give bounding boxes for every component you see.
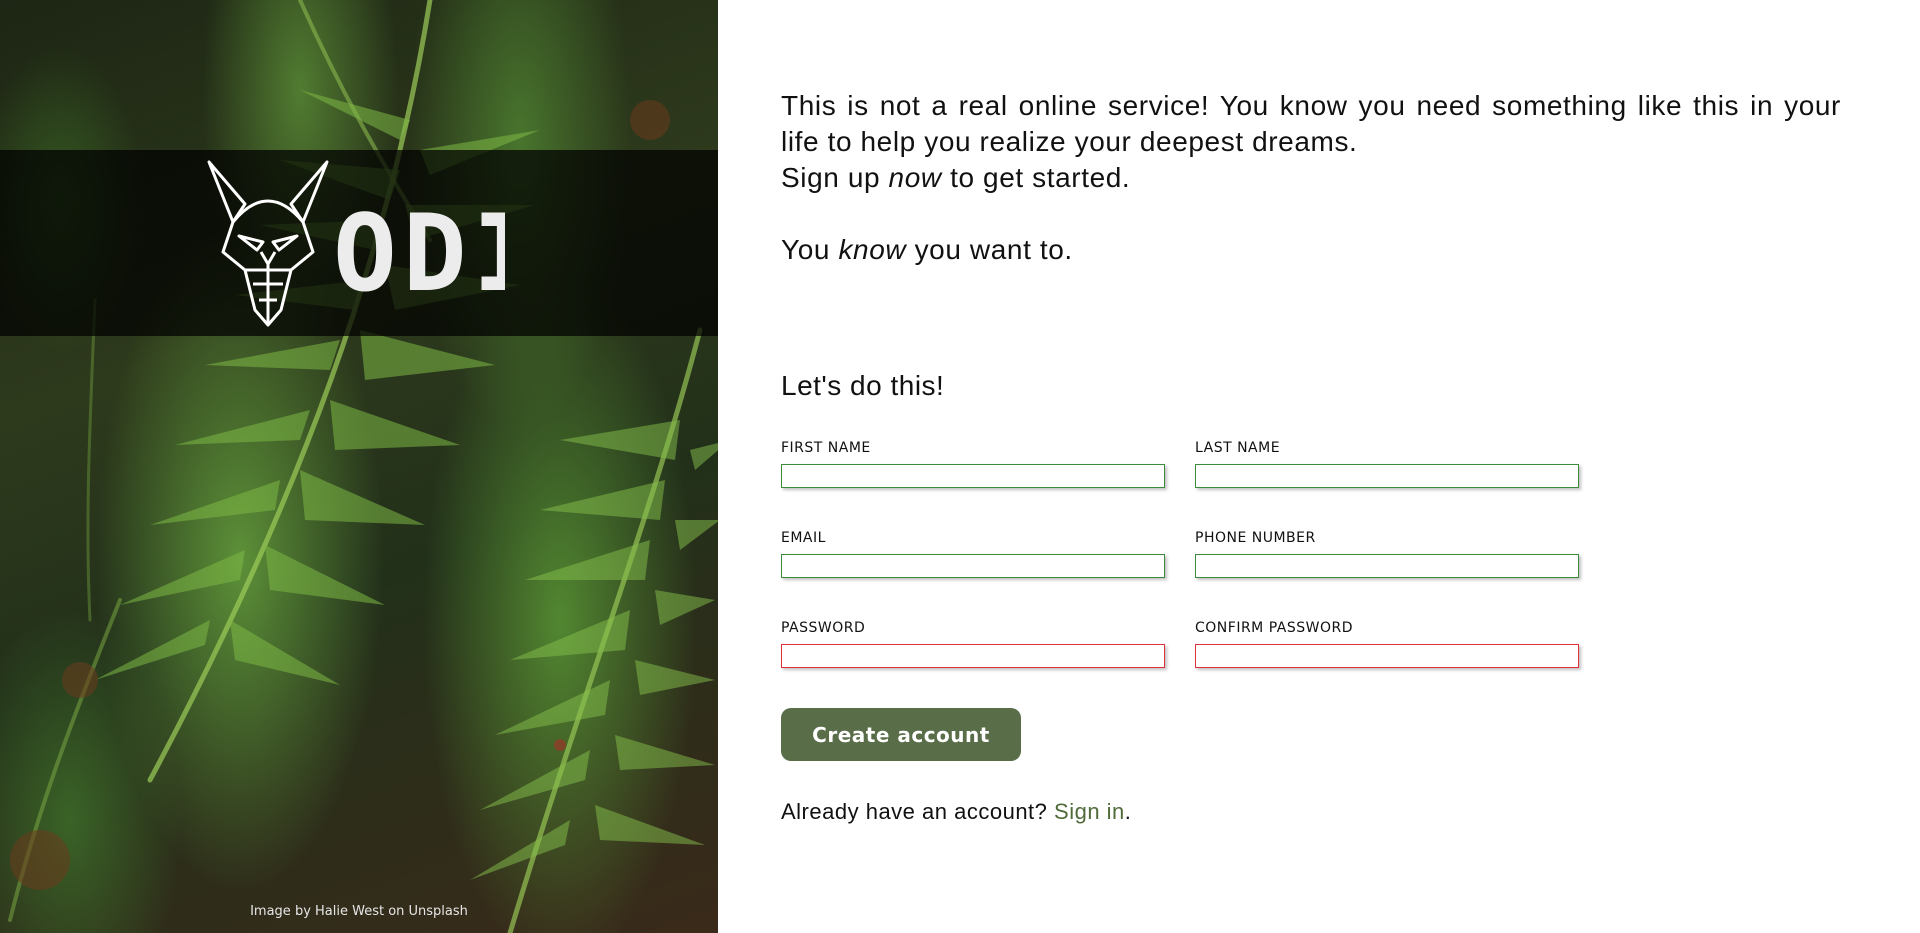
email-input[interactable] [781, 554, 1165, 578]
signin-link[interactable]: Sign in [1054, 799, 1125, 824]
intro-line-1: This is not a real online service! You k… [781, 90, 1841, 157]
intro-line-2: Sign up now to get started. [781, 162, 1131, 193]
confirm-password-label: CONFIRM PASSWORD [1195, 620, 1353, 636]
phone-input[interactable] [1195, 554, 1579, 578]
last-name-field: LAST NAME [1195, 440, 1581, 488]
form-heading: Let's do this! [781, 370, 945, 401]
confirm-password-field: CONFIRM PASSWORD [1195, 620, 1581, 668]
first-name-label: FIRST NAME [781, 440, 871, 456]
signup-content: This is not a real online service! You k… [718, 0, 1920, 933]
fern-background-image [8, 0, 718, 933]
confirm-password-input[interactable] [1195, 644, 1579, 668]
last-name-input[interactable] [1195, 464, 1579, 488]
email-field: EMAIL [781, 530, 1167, 578]
logo-wordmark: ODIN [333, 192, 505, 315]
phone-field: PHONE NUMBER [1195, 530, 1581, 578]
signin-prompt-text: Already have an account? [781, 799, 1055, 824]
password-input[interactable] [781, 644, 1165, 668]
first-name-input[interactable] [781, 464, 1165, 488]
odin-logo: ODIN [207, 160, 505, 327]
phone-label: PHONE NUMBER [1195, 530, 1316, 546]
signin-suffix: . [1124, 799, 1132, 824]
password-label: PASSWORD [781, 620, 866, 636]
password-field: PASSWORD [781, 620, 1167, 668]
last-name-label: LAST NAME [1195, 440, 1281, 456]
signup-page: ODIN Image by Halie West on Unsplash Thi… [0, 0, 1920, 933]
signin-prompt: Already have an account? Sign in. [781, 799, 1131, 825]
intro-line-3: You know you want to. [781, 234, 1073, 265]
photo-credit: Image by Halie West on Unsplash [250, 904, 468, 919]
email-label: EMAIL [781, 530, 826, 546]
create-account-button[interactable]: Create account [781, 708, 1021, 761]
first-name-field: FIRST NAME [781, 440, 1167, 488]
intro-text: This is not a real online service! You k… [781, 88, 1841, 268]
hero-image-panel: ODIN Image by Halie West on Unsplash [0, 0, 718, 933]
